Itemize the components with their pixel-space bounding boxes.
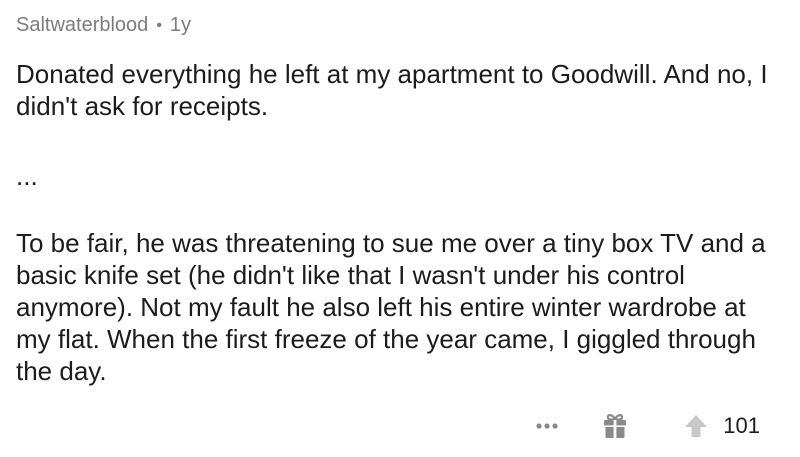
gift-icon <box>604 414 627 438</box>
more-options-button[interactable] <box>527 408 567 444</box>
upvote-button[interactable] <box>679 408 713 444</box>
comment: Saltwaterblood • 1y Donated everything h… <box>16 0 786 457</box>
comment-age[interactable]: 1y <box>170 14 191 37</box>
comment-actions: 101 <box>527 408 760 444</box>
comment-meta: Saltwaterblood • 1y <box>16 14 191 37</box>
comment-paragraph-2: To be fair, he was threatening to sue me… <box>16 228 766 386</box>
meta-separator: • <box>156 16 162 34</box>
give-award-button[interactable] <box>595 408 635 444</box>
comment-paragraph-1: Donated everything he left at my apartme… <box>16 59 768 121</box>
comment-ellipsis: ... <box>16 161 38 191</box>
upvote-arrow-icon <box>685 415 708 437</box>
more-options-icon <box>536 423 558 429</box>
vote-score: 101 <box>723 413 760 438</box>
author-username[interactable]: Saltwaterblood <box>16 14 148 37</box>
vote-controls: 101 <box>679 408 760 444</box>
